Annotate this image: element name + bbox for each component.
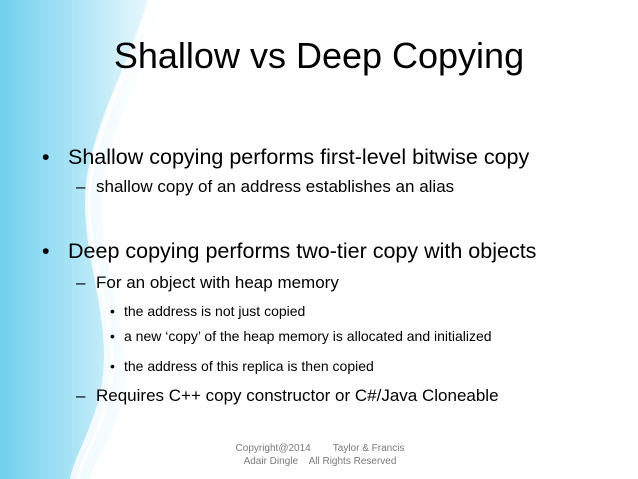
- bullet-shallow-copying: Shallow copying performs first-level bit…: [68, 145, 530, 169]
- sub-sub-bullet-address-not-copied: the address is not just copied: [124, 303, 306, 319]
- sub-bullet-heap-object: For an object with heap memory: [96, 273, 339, 292]
- bullet-marker: •: [110, 328, 115, 344]
- footer-copyright: Copyright@2014 Taylor & Francis: [235, 443, 405, 454]
- bullet-marker: •: [110, 358, 115, 374]
- dash-marker: –: [76, 177, 86, 196]
- bullet-marker: •: [42, 239, 50, 263]
- bullet-deep-copying: Deep copying performs two-tier copy with…: [68, 239, 537, 263]
- sub-bullet-cloneable: Requires C++ copy constructor or C#/Java…: [96, 386, 499, 405]
- slide-title: Shallow vs Deep Copying: [113, 35, 525, 76]
- sub-bullet-alias: shallow copy of an address establishes a…: [96, 177, 455, 196]
- footer: Copyright@2014 Taylor & Francis Adair Di…: [200, 442, 440, 468]
- slide: Shallow vs Deep Copying • Shallow copyin…: [0, 0, 638, 479]
- dash-marker: –: [76, 273, 86, 292]
- bullet-marker: •: [42, 145, 50, 169]
- dash-marker: –: [76, 386, 86, 405]
- sub-sub-bullet-replica-copied: the address of this replica is then copi…: [124, 358, 374, 374]
- sub-sub-bullet-new-copy: a new ‘copy’ of the heap memory is alloc…: [124, 328, 492, 344]
- footer-author: Adair Dingle All Rights Reserved: [243, 456, 397, 467]
- bullet-marker: •: [110, 303, 115, 319]
